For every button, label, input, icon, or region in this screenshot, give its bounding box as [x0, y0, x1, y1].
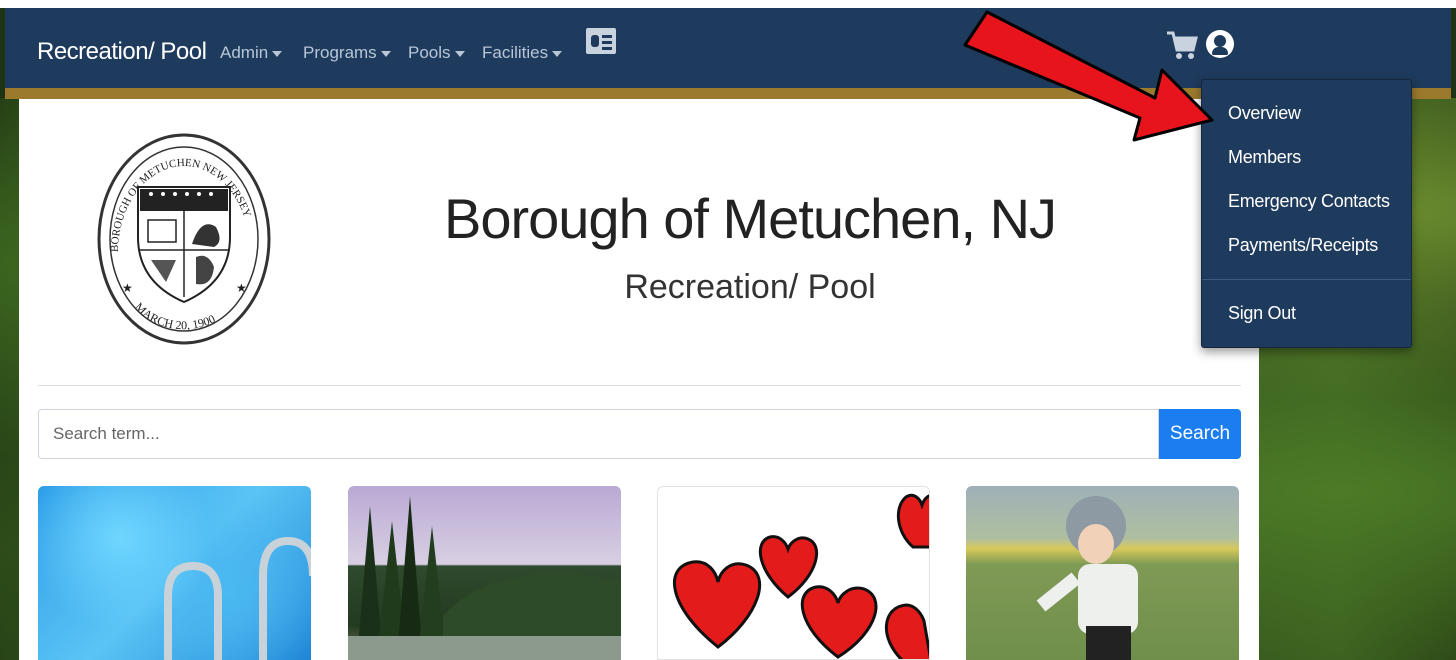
dropdown-item-overview[interactable]: Overview — [1228, 103, 1301, 124]
search-input[interactable] — [38, 409, 1159, 459]
caret-down-icon — [552, 51, 563, 57]
program-tile-baseball[interactable] — [966, 486, 1239, 660]
divider — [38, 385, 1241, 386]
program-tile-hearts[interactable] — [657, 486, 930, 660]
forest-lake-image — [348, 496, 621, 660]
nav-menu-label: Admin — [220, 43, 269, 62]
nav-menu-label: Facilities — [482, 43, 549, 62]
program-tile-pool[interactable] — [38, 486, 311, 660]
shopping-cart-icon[interactable] — [1165, 30, 1199, 62]
nav-menu-label: Programs — [303, 43, 377, 62]
hearts-image — [672, 493, 929, 659]
navbar: Recreation/ Pool Admin Programs Pools Fa… — [5, 8, 1451, 88]
dropdown-item-members[interactable]: Members — [1228, 147, 1301, 168]
nav-menu-admin[interactable]: Admin — [220, 43, 283, 63]
navbar-brand[interactable]: Recreation/ Pool — [37, 38, 207, 66]
user-circle-icon[interactable] — [1206, 30, 1234, 58]
caret-down-icon — [454, 51, 465, 57]
top-strip — [0, 0, 1456, 8]
dropdown-item-sign-out[interactable]: Sign Out — [1228, 303, 1296, 324]
id-card-icon[interactable] — [586, 28, 616, 54]
nav-menu-label: Pools — [408, 43, 451, 62]
nav-menu-pools[interactable]: Pools — [408, 43, 465, 63]
dropdown-item-emergency-contacts[interactable]: Emergency Contacts — [1228, 191, 1390, 212]
program-tile-park[interactable] — [348, 486, 621, 660]
user-dropdown-menu: Overview Members Emergency Contacts Paym… — [1201, 79, 1412, 348]
baseball-player-image — [1036, 496, 1138, 660]
search-button[interactable]: Search — [1159, 409, 1241, 459]
caret-down-icon — [380, 51, 391, 57]
dropdown-divider — [1202, 279, 1411, 280]
pool-ladder-image — [164, 536, 311, 660]
caret-down-icon — [272, 51, 283, 57]
dropdown-item-payments-receipts[interactable]: Payments/Receipts — [1228, 235, 1378, 256]
nav-menu-programs[interactable]: Programs — [303, 43, 391, 63]
nav-menu-facilities[interactable]: Facilities — [482, 43, 563, 63]
